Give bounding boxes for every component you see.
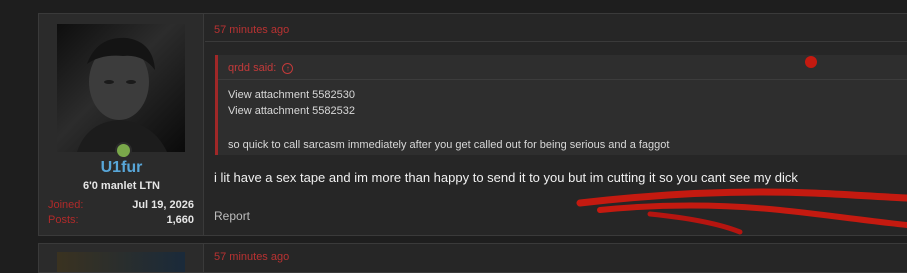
post-timestamp[interactable]: 57 minutes ago (214, 24, 289, 36)
quote-divider (218, 79, 907, 80)
posts-stat: Posts: 1,660 (48, 214, 194, 226)
joined-label: Joined: (48, 199, 84, 211)
report-link[interactable]: Report (214, 209, 250, 223)
quote-author-link[interactable]: qrdd said: (228, 62, 276, 74)
joined-stat: Joined: Jul 19, 2026 (48, 199, 194, 211)
quote-header: qrdd said: ↑ (228, 62, 294, 74)
forum-post: U1fur 6'0 manlet LTN Joined: Jul 19, 202… (38, 13, 907, 236)
attachment-link[interactable]: View attachment 5582530 (228, 89, 355, 101)
online-status-icon (115, 142, 132, 159)
user-title: 6'0 manlet LTN (83, 180, 160, 192)
post-message: i lit have a sex tape and im more than h… (214, 170, 798, 185)
header-divider (205, 41, 907, 42)
arrow-up-icon[interactable]: ↑ (282, 62, 294, 74)
avatar[interactable] (57, 24, 185, 152)
next-user-sidebar (39, 244, 204, 272)
quote-block: qrdd said: ↑ View attachment 5582530 Vie… (215, 55, 907, 155)
posts-label: Posts: (48, 214, 79, 226)
user-sidebar: U1fur 6'0 manlet LTN Joined: Jul 19, 202… (39, 14, 204, 235)
username-link[interactable]: U1fur (39, 159, 204, 177)
next-avatar[interactable] (57, 252, 185, 272)
next-forum-post: 57 minutes ago (38, 243, 907, 273)
quote-text: so quick to call sarcasm immediately aft… (228, 139, 670, 151)
attachment-link[interactable]: View attachment 5582532 (228, 105, 355, 117)
avatar-portrait (77, 37, 167, 152)
joined-value: Jul 19, 2026 (132, 199, 194, 211)
posts-value[interactable]: 1,660 (166, 214, 194, 226)
next-post-timestamp[interactable]: 57 minutes ago (214, 251, 289, 263)
